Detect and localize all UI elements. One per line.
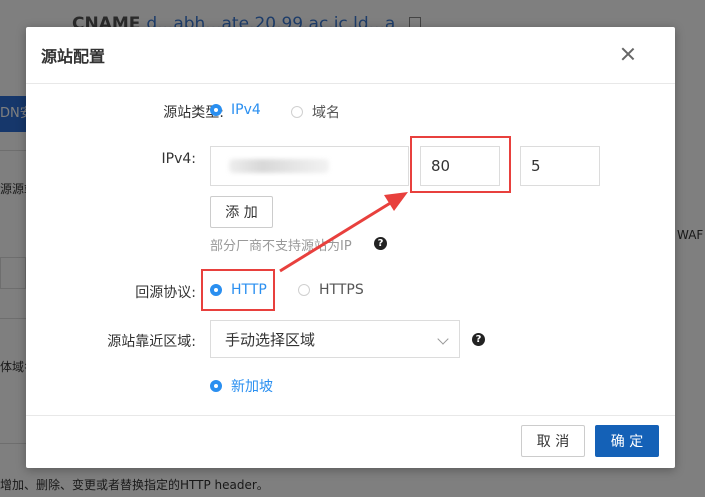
region-label: 源站靠近区域:: [107, 334, 196, 350]
radio-ipv4[interactable]: IPv4: [210, 102, 261, 118]
dialog-title: 源站配置: [41, 47, 106, 66]
region-option-label: 新加坡: [231, 379, 273, 395]
redacted-ip: [229, 159, 329, 173]
radio-https-label: HTTPS: [319, 282, 364, 298]
header-divider: [26, 83, 675, 84]
origin-config-dialog: 源站配置 源站类型: IPv4 域名 IPv4: 80 5 添 加 部分厂商不支…: [26, 27, 675, 468]
radio-domain-label: 域名: [312, 105, 340, 121]
annotation-box-http: [201, 269, 275, 311]
weight-value: 5: [531, 157, 541, 175]
radio-dot: [210, 104, 222, 116]
region-select-value: 手动选择区域: [225, 330, 316, 349]
chevron-down-icon: [437, 333, 449, 345]
radio-ipv4-label: IPv4: [231, 102, 261, 118]
cancel-button[interactable]: 取 消: [521, 425, 585, 457]
radio-dot: [291, 106, 303, 118]
close-icon[interactable]: [620, 46, 636, 62]
weight-input[interactable]: 5: [520, 146, 600, 186]
protocol-label: 回源协议:: [135, 285, 196, 301]
ipv4-label: IPv4:: [161, 151, 196, 167]
origin-type-label: 源站类型:: [163, 105, 224, 121]
radio-https[interactable]: HTTPS: [298, 282, 364, 298]
ipv4-hint: 部分厂商不支持源站为IP: [210, 239, 352, 254]
add-button[interactable]: 添 加: [210, 196, 273, 228]
footer-divider: [26, 415, 675, 416]
help-icon[interactable]: ?: [472, 333, 485, 346]
help-icon[interactable]: ?: [374, 237, 387, 250]
radio-domain[interactable]: 域名: [291, 102, 340, 122]
confirm-button[interactable]: 确 定: [595, 425, 659, 457]
region-select[interactable]: 手动选择区域: [210, 320, 460, 358]
ipv4-address-input[interactable]: [210, 146, 409, 186]
annotation-box-port: [410, 136, 511, 193]
radio-dot: [298, 284, 310, 296]
radio-dot: [210, 380, 222, 392]
radio-region-option[interactable]: 新加坡: [210, 376, 273, 396]
